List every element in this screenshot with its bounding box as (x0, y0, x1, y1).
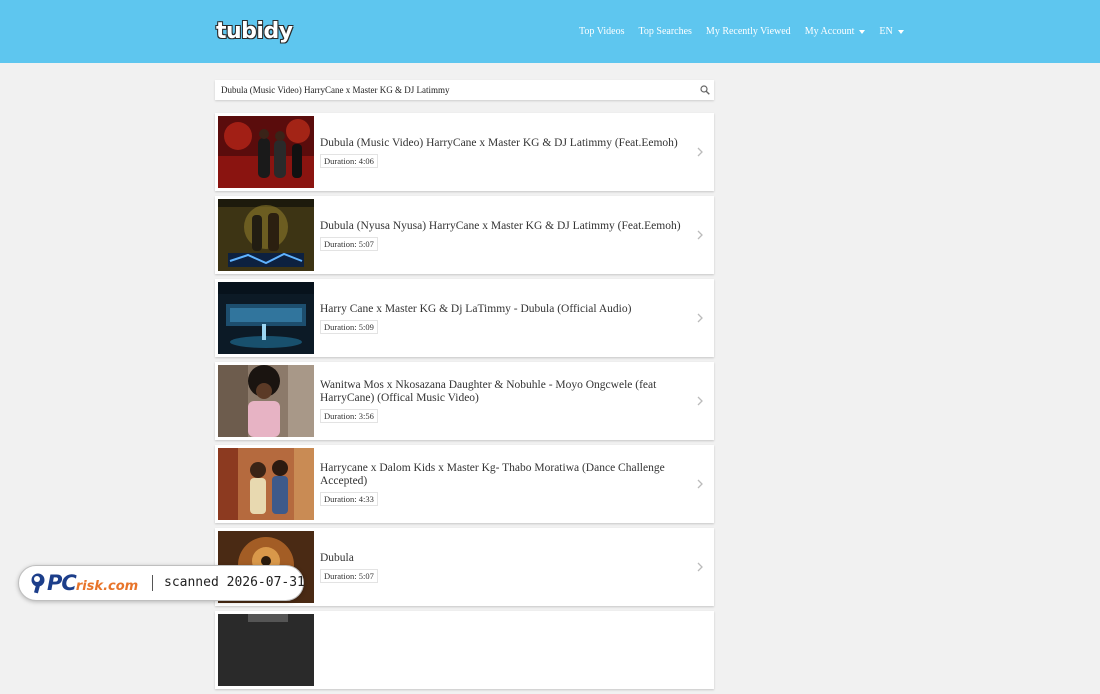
chevron-right-icon[interactable] (696, 478, 704, 490)
result-item[interactable]: Dubula (Music Video) HarryCane x Master … (215, 113, 714, 191)
chevron-right-icon[interactable] (696, 395, 704, 407)
video-title[interactable]: Wanitwa Mos x Nkosazana Daughter & Nobuh… (320, 379, 690, 405)
scan-date-text: scanned 2026-07-31 (164, 575, 305, 590)
video-thumbnail[interactable] (218, 614, 314, 686)
chevron-down-icon (897, 30, 904, 34)
video-thumbnail[interactable] (218, 365, 314, 437)
divider (152, 575, 153, 591)
duration-badge: Duration: 5:09 (320, 319, 378, 334)
tubidy-logo[interactable]: tubidy (216, 18, 293, 46)
chevron-right-icon[interactable] (696, 229, 704, 241)
chevron-down-icon (859, 30, 866, 34)
result-item[interactable] (215, 611, 714, 689)
duration-badge: Duration: 5:07 (320, 236, 378, 251)
nav-top-videos[interactable]: Top Videos (579, 26, 624, 37)
search-input[interactable] (221, 80, 691, 100)
top-nav: Top Videos Top Searches My Recently View… (579, 0, 918, 63)
video-thumbnail[interactable] (218, 199, 314, 271)
search-icon[interactable] (700, 85, 710, 95)
video-title[interactable]: Harry Cane x Master KG & Dj LaTimmy - Du… (320, 303, 690, 316)
pcrisk-logo: PC risk.com (29, 571, 138, 595)
duration-badge: Duration: 5:07 (320, 568, 378, 583)
video-title[interactable]: Harrycane x Dalom Kids x Master Kg- Thab… (320, 462, 690, 488)
duration-badge: Duration: 4:33 (320, 492, 378, 506)
chevron-right-icon[interactable] (696, 561, 704, 573)
video-thumbnail[interactable] (218, 282, 314, 354)
chevron-right-icon[interactable] (696, 146, 704, 158)
nav-top-searches[interactable]: Top Searches (638, 26, 691, 37)
search-bar (215, 80, 714, 100)
video-title[interactable]: Dubula (Nyusa Nyusa) HarryCane x Master … (320, 220, 690, 233)
chevron-right-icon[interactable] (696, 312, 704, 324)
result-item[interactable]: Harry Cane x Master KG & Dj LaTimmy - Du… (215, 279, 714, 357)
result-item[interactable]: Wanitwa Mos x Nkosazana Daughter & Nobuh… (215, 362, 714, 440)
video-title[interactable]: Dubula (Music Video) HarryCane x Master … (320, 137, 690, 150)
pcrisk-watermark: PC risk.com scanned 2026-07-31 (18, 565, 305, 601)
nav-recently-viewed[interactable]: My Recently Viewed (706, 26, 791, 37)
magnifier-icon (31, 573, 45, 594)
result-item[interactable]: Harrycane x Dalom Kids x Master Kg- Thab… (215, 445, 714, 523)
results-list: Dubula (Music Video) HarryCane x Master … (215, 113, 714, 694)
video-title[interactable]: Dubula (320, 552, 690, 565)
video-thumbnail[interactable] (218, 448, 314, 520)
duration-badge: Duration: 4:06 (320, 153, 378, 168)
nav-my-account[interactable]: My Account (805, 26, 866, 37)
result-item[interactable]: Dubula (Nyusa Nyusa) HarryCane x Master … (215, 196, 714, 274)
video-thumbnail[interactable] (218, 116, 314, 188)
top-header: tubidy Top Videos Top Searches My Recent… (0, 0, 1100, 63)
nav-language[interactable]: EN (879, 26, 904, 37)
duration-badge: Duration: 3:56 (320, 409, 378, 423)
